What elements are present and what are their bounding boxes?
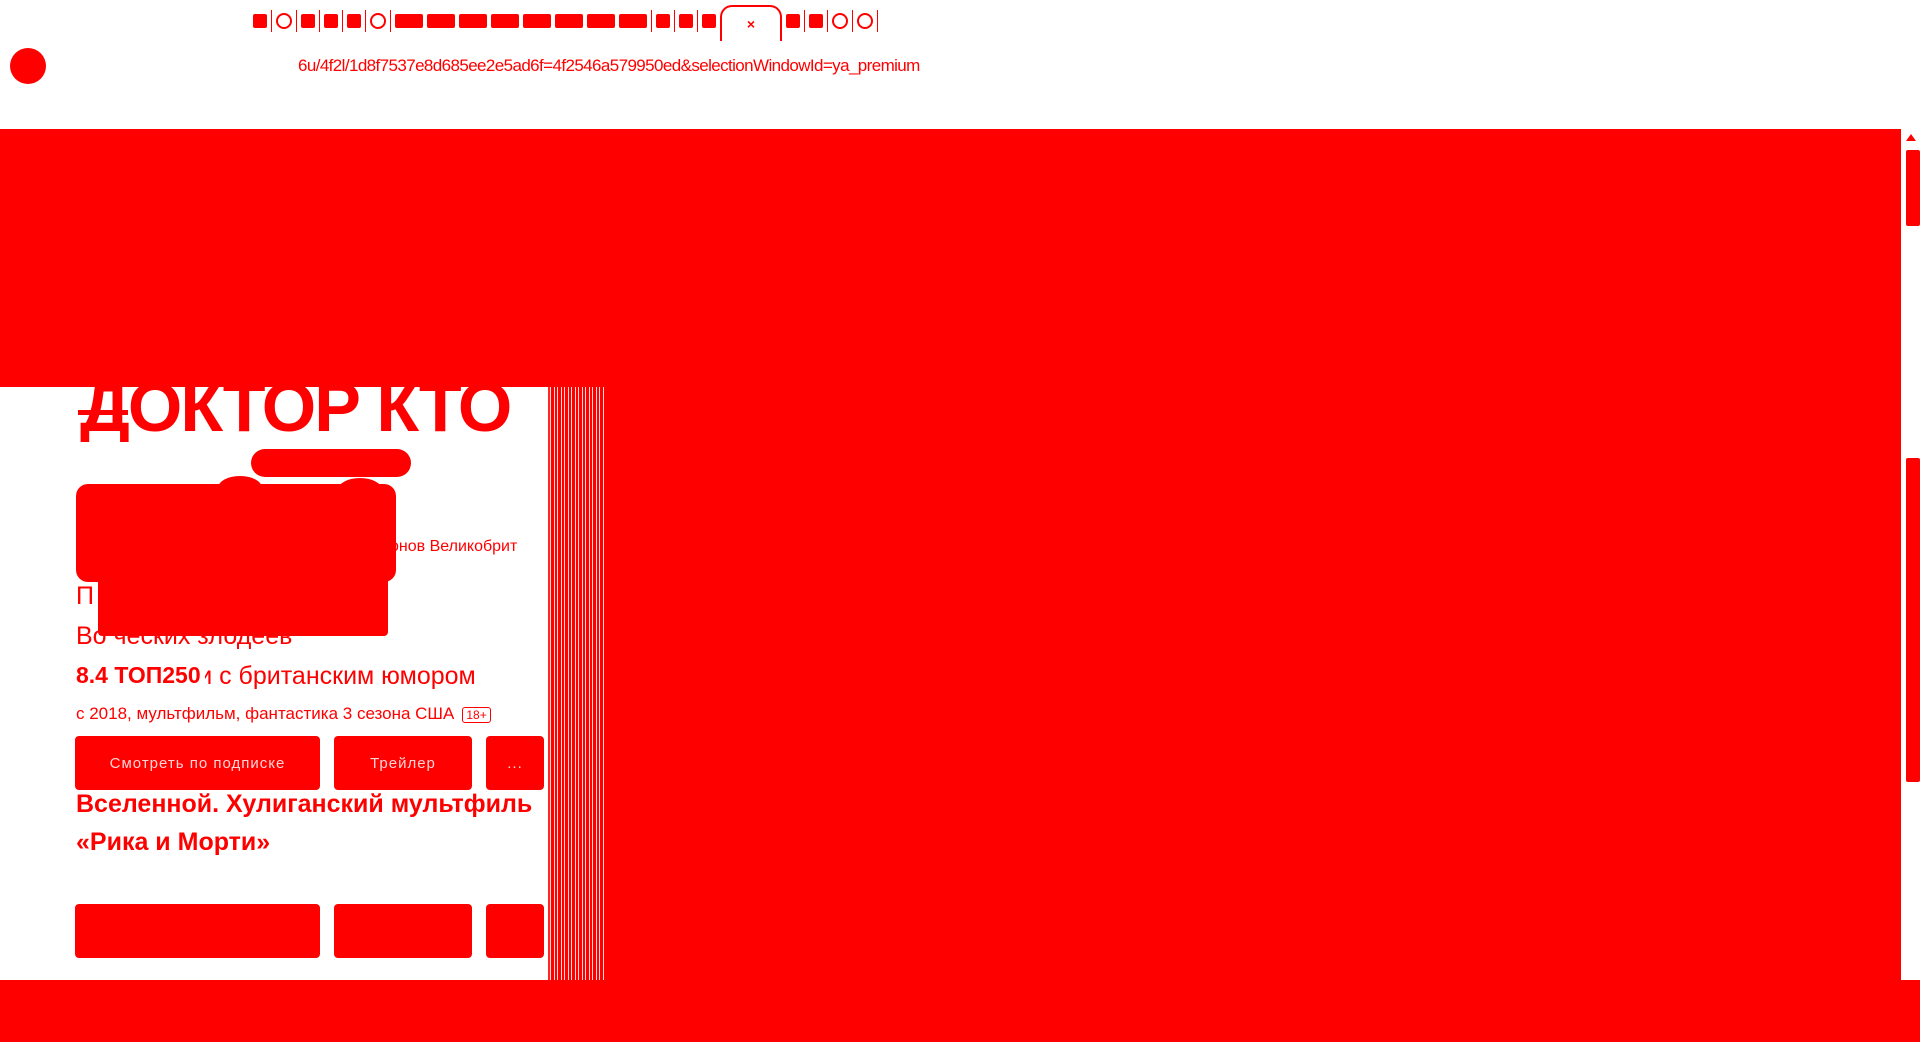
tab-favicon-icon[interactable] (555, 14, 583, 28)
tab-favicon-icon[interactable] (253, 14, 267, 28)
footer-band (0, 980, 1920, 1042)
tab-favicon-icon[interactable] (832, 13, 848, 29)
tab-favicon-icon[interactable] (619, 14, 647, 28)
tab-favicon-icon[interactable] (679, 14, 693, 28)
badge-pill (251, 449, 411, 477)
tab-separator (365, 10, 366, 32)
tab-separator (271, 10, 272, 32)
tab-favicon-icon[interactable] (324, 14, 338, 28)
age-rating-badge: 18+ (462, 707, 491, 723)
description-line: Во ческих злодеев (76, 622, 293, 650)
meta-text: с 2018, мультфильм, фантастика 3 сезона … (76, 704, 455, 723)
logo-decoration (78, 410, 128, 415)
description-line: П внешность, с (76, 582, 254, 610)
tab-favicon-icon[interactable] (702, 14, 716, 28)
tab-favicon-icon[interactable] (587, 14, 615, 28)
show-meta: онов Великобрит (390, 538, 518, 555)
tab-separator (804, 10, 805, 32)
close-tab-icon[interactable]: × (747, 16, 755, 32)
tab-separator (296, 10, 297, 32)
tab-favicon-icon[interactable] (809, 14, 823, 28)
description-line: Вселенной. Хулиганский мультфиль (76, 790, 533, 818)
tab-separator (319, 10, 320, 32)
address-noisy-head: 6u/4f2l/1d8f7537e8d685ee2e5ad6f=4f2 (298, 56, 575, 75)
hero-banner (0, 129, 1901, 387)
watch-button[interactable] (75, 904, 320, 958)
tab-separator (827, 10, 828, 32)
hero-artwork-edge (548, 387, 604, 980)
show-meta: с 2018, мультфильм, фантастика 3 сезона … (76, 704, 550, 724)
address-bar[interactable]: 6u/4f2l/1d8f7537e8d685ee2e5ad6f=4f2546a5… (298, 56, 920, 76)
more-button[interactable] (486, 904, 544, 958)
tab-separator (697, 10, 698, 32)
tab-separator (651, 10, 652, 32)
tab-favicon-icon[interactable] (276, 13, 292, 29)
browser-tab-strip: × (253, 5, 955, 41)
trailer-button[interactable] (334, 904, 472, 958)
scroll-up-arrow-icon[interactable] (1906, 134, 1916, 141)
tab-separator (390, 10, 391, 32)
tab-separator (342, 10, 343, 32)
tab-favicon-icon[interactable] (857, 13, 873, 29)
trailer-button[interactable]: Трейлер (334, 736, 472, 790)
tab-separator (852, 10, 853, 32)
tab-favicon-icon[interactable] (301, 14, 315, 28)
tab-favicon-icon[interactable] (370, 13, 386, 29)
scrollbar-thumb[interactable] (1906, 150, 1920, 226)
tab-favicon-icon[interactable] (656, 14, 670, 28)
tab-favicon-icon[interactable] (523, 14, 551, 28)
hero-artwork (550, 387, 1901, 980)
tab-favicon-icon[interactable] (491, 14, 519, 28)
active-tab[interactable]: × (720, 5, 782, 41)
address-text: 546a579950ed&selectionWindowId=ya_premiu… (574, 56, 920, 75)
tab-favicon-icon[interactable] (395, 14, 423, 28)
tab-favicon-icon[interactable] (459, 14, 487, 28)
rating-badge: 8.4 ТОП250 (76, 662, 205, 689)
tab-favicon-icon[interactable] (427, 14, 455, 28)
description-line: «Рика и Морти» (76, 828, 271, 856)
watch-button[interactable]: Смотреть по подписке (75, 736, 320, 790)
scrollbar-thumb[interactable] (1906, 458, 1920, 782)
tab-separator (674, 10, 675, 32)
profile-avatar-icon[interactable] (10, 48, 46, 84)
meta-prefix: с (76, 538, 84, 555)
tab-favicon-icon[interactable] (347, 14, 361, 28)
more-button[interactable]: ... (486, 736, 544, 790)
tab-separator (877, 10, 878, 32)
show-title-logo: ДОКТОР КТО (80, 372, 512, 442)
tab-favicon-icon[interactable] (786, 14, 800, 28)
